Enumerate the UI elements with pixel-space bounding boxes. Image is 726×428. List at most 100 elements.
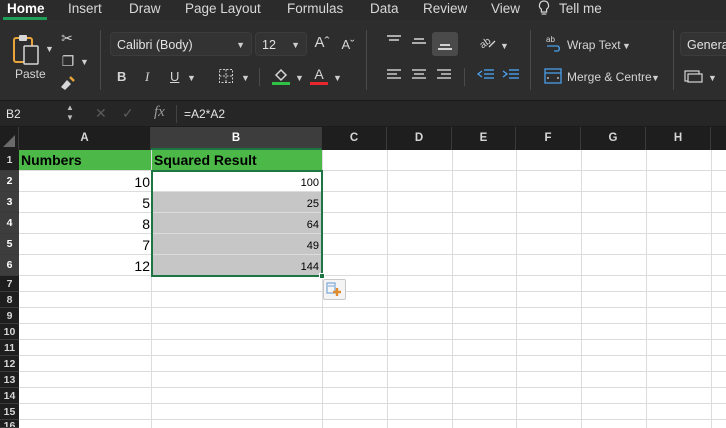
accounting-chevron-icon[interactable]: ▼ [708,73,717,83]
formula-separator [176,105,177,123]
borders-icon[interactable] [217,68,235,87]
cancel-icon[interactable]: ✕ [95,105,107,122]
merge-centre-icon[interactable] [544,68,562,87]
auto-fill-options-button[interactable] [323,279,346,300]
tab-insert[interactable]: Insert [68,0,102,17]
paste-chevron-icon[interactable]: ▼ [45,44,54,54]
cell-a1[interactable]: Numbers [19,150,151,170]
name-box-stepper-icon[interactable]: ▲ ▼ [66,103,74,123]
row-header-12[interactable]: 12 [0,356,19,372]
decrease-indent-icon[interactable] [476,68,495,85]
column-header-i[interactable] [711,127,726,150]
fill-color-icon[interactable] [271,66,291,89]
gridline [19,355,726,356]
column-header-g[interactable]: G [581,127,646,150]
cut-scissors-icon[interactable]: ✂ [59,30,75,46]
column-header-f[interactable]: F [516,127,581,150]
tell-me-search[interactable]: Tell me [559,0,602,17]
cell-b1[interactable]: Squared Result [152,150,322,170]
merge-centre-label[interactable]: Merge & Centre [567,70,652,84]
column-header-c[interactable]: C [322,127,387,150]
formula-input[interactable]: =A2*A2 [184,107,225,121]
underline-chevron-icon[interactable]: ▼ [187,73,196,83]
increase-indent-icon[interactable] [502,68,520,85]
row-header-13[interactable]: 13 [0,372,19,388]
wrap-text-icon[interactable]: ab [545,34,563,55]
column-header-a[interactable]: A [19,127,151,150]
format-painter-icon[interactable] [58,75,76,94]
align-right-icon[interactable] [435,68,453,85]
select-all-corner[interactable] [0,127,19,150]
svg-text:A: A [314,66,324,82]
gridline [19,275,726,276]
underline-button[interactable]: U [170,70,179,84]
row-header-3[interactable]: 3 [0,192,19,213]
formula-bar: B2 ▲ ▼ ✕ ✓ fx =A2*A2 [0,100,726,127]
row-header-8[interactable]: 8 [0,292,19,308]
column-header-d[interactable]: D [387,127,452,150]
tab-review[interactable]: Review [423,0,467,17]
merge-centre-chevron-icon[interactable]: ▼ [651,73,660,83]
name-box[interactable]: B2 ▲ ▼ [0,101,84,127]
decrease-font-size-icon[interactable]: Aˇ [340,37,356,53]
row-header-14[interactable]: 14 [0,388,19,404]
tab-page-layout[interactable]: Page Layout [185,0,261,17]
column-header-b[interactable]: B [151,127,322,150]
insert-function-fx-icon[interactable]: fx [154,104,165,121]
paste-icon[interactable] [10,32,42,66]
fill-color-chevron-icon[interactable]: ▼ [295,73,304,83]
copy-chevron-icon[interactable]: ▼ [80,57,89,67]
italic-button[interactable]: I [145,70,149,84]
cell-a4[interactable]: 8 [19,213,150,233]
ribbon-separator [366,30,367,90]
copy-icon[interactable]: ❐ [58,53,78,69]
cell-a3[interactable]: 5 [19,192,150,212]
tab-view[interactable]: View [491,0,520,17]
font-name-dropdown[interactable]: Calibri (Body) ▼ [110,32,252,56]
tab-formulas[interactable]: Formulas [287,0,343,17]
wrap-text-label[interactable]: Wrap Text [567,38,621,52]
row-header-1[interactable]: 1 [0,150,19,171]
number-format-dropdown[interactable]: Genera [680,32,726,56]
align-middle-icon[interactable] [410,34,428,51]
cell-a2[interactable]: 10 [19,171,150,191]
align-left-icon[interactable] [385,68,403,85]
column-header-e[interactable]: E [452,127,516,150]
ribbon-separator [673,30,674,90]
row-header-4[interactable]: 4 [0,213,19,234]
tab-data[interactable]: Data [370,0,399,17]
row-header-7[interactable]: 7 [0,276,19,292]
increase-font-size-icon[interactable]: Aˆ [313,35,331,51]
align-center-icon[interactable] [410,68,428,85]
bold-button[interactable]: B [117,70,126,84]
font-color-icon[interactable]: A [309,66,329,89]
tab-draw[interactable]: Draw [129,0,161,17]
paste-label[interactable]: Paste [15,67,46,81]
orientation-icon[interactable]: ab [477,34,497,53]
row-header-9[interactable]: 9 [0,308,19,324]
row-header-6[interactable]: 6 [0,255,19,276]
ribbon-home: ▼ Paste ✂ ❐ ▼ Calibri (Body) ▼ 12 ▼ Aˆ A… [0,20,726,100]
accounting-format-icon[interactable] [684,68,706,87]
column-header-h[interactable]: H [646,127,711,150]
gridline [19,371,726,372]
row-header-16[interactable]: 16 [0,420,19,428]
wrap-text-chevron-icon[interactable]: ▼ [622,41,631,51]
tab-home[interactable]: Home [7,0,45,17]
align-top-icon[interactable] [385,34,403,51]
align-bottom-button[interactable] [432,32,458,56]
orientation-chevron-icon[interactable]: ▼ [500,41,509,51]
cell-a5[interactable]: 7 [19,234,150,254]
row-header-5[interactable]: 5 [0,234,19,255]
row-header-15[interactable]: 15 [0,404,19,420]
cell-a6[interactable]: 12 [19,255,150,275]
font-size-dropdown[interactable]: 12 ▼ [255,32,307,56]
font-name-value: Calibri (Body) [117,38,193,52]
row-header-11[interactable]: 11 [0,340,19,356]
borders-chevron-icon[interactable]: ▼ [241,73,250,83]
worksheet-grid[interactable]: A B C D E F G H 1 2 3 4 5 6 7 8 9 10 11 … [0,127,726,428]
row-header-10[interactable]: 10 [0,324,19,340]
row-header-2[interactable]: 2 [0,171,19,192]
enter-check-icon[interactable]: ✓ [122,105,134,122]
font-color-chevron-icon[interactable]: ▼ [333,73,342,83]
